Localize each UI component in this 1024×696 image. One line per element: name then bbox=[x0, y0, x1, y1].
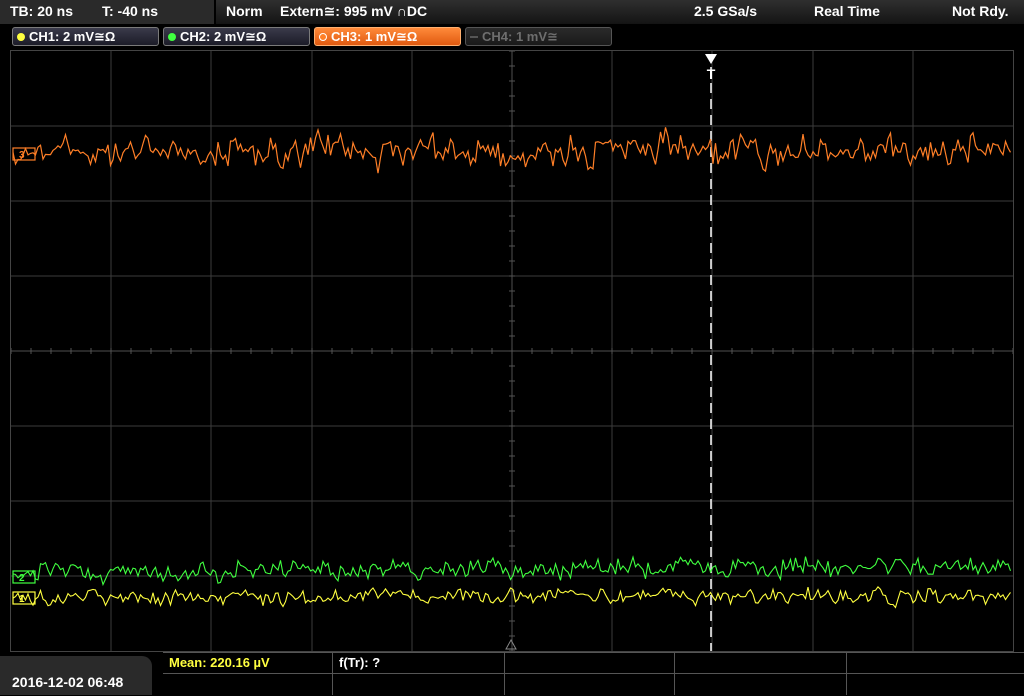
status-bar: TB: 20 ns T: -40 ns Norm Extern≅: 995 mV… bbox=[0, 0, 1024, 25]
channel-3-offset-marker[interactable]: 3 bbox=[12, 147, 36, 161]
channel-4-label: CH4: 1 mV≅ bbox=[482, 29, 558, 44]
channel-1-offset-label: 1 bbox=[19, 594, 25, 605]
measurement-slot-9[interactable] bbox=[675, 674, 847, 695]
measurement-slot-5[interactable] bbox=[847, 653, 1024, 674]
date-time-readout: 2016-12-02 06:48 bbox=[12, 674, 124, 690]
measurement-slot-8[interactable] bbox=[505, 674, 675, 695]
trigger-marker-label: T bbox=[707, 66, 716, 82]
measurement-slot-4[interactable] bbox=[675, 653, 847, 674]
measurement-slot-6[interactable] bbox=[163, 674, 333, 695]
timebase-panel[interactable]: TB: 20 ns T: -40 ns bbox=[0, 0, 216, 25]
channel-3-button[interactable]: CH3: 1 mV≅Ω bbox=[314, 27, 461, 46]
channel-2-button[interactable]: CH2: 2 mV≅Ω bbox=[163, 27, 310, 46]
channel-2-color-dot bbox=[168, 33, 176, 41]
channel-2-label: CH2: 2 mV≅Ω bbox=[180, 29, 267, 44]
channel-1-label: CH1: 2 mV≅Ω bbox=[29, 29, 116, 44]
channel-bar: CH1: 2 mV≅Ω CH2: 2 mV≅Ω CH3: 1 mV≅Ω CH4:… bbox=[0, 26, 1024, 48]
horizontal-position-icon[interactable] bbox=[505, 638, 517, 650]
channel-2-offset-label: 2 bbox=[19, 573, 25, 584]
channel-3-color-dot bbox=[319, 33, 327, 41]
measurement-panel[interactable]: Mean: 220.16 µV f(Tr): ? bbox=[163, 652, 1024, 696]
trigger-source-readout: Extern≅: 995 mV ∩DC bbox=[280, 3, 428, 19]
measurement-slot-10[interactable] bbox=[847, 674, 1024, 695]
channel-3-label: CH3: 1 mV≅Ω bbox=[331, 29, 418, 44]
trigger-time-readout: T: -40 ns bbox=[102, 3, 159, 19]
acquisition-state-readout: Not Rdy. bbox=[952, 3, 1009, 19]
channel-1-color-dot bbox=[17, 33, 25, 41]
acquisition-status-panel[interactable]: Norm Extern≅: 995 mV ∩DC 2.5 GSa/s Real … bbox=[216, 0, 1024, 24]
trigger-mode-readout: Norm bbox=[226, 3, 263, 19]
sample-rate-readout: 2.5 GSa/s bbox=[694, 3, 758, 19]
measurement-slot-7[interactable] bbox=[333, 674, 505, 695]
mean-measurement[interactable]: Mean: 220.16 µV bbox=[163, 653, 333, 674]
channel-1-button[interactable]: CH1: 2 mV≅Ω bbox=[12, 27, 159, 46]
waveform-canvas[interactable]: T 3 2 1 bbox=[11, 51, 1013, 651]
measurement-slot-3[interactable] bbox=[505, 653, 675, 674]
date-time-panel: 2016-12-02 06:48 bbox=[0, 656, 152, 695]
channel-3-offset-label: 3 bbox=[19, 150, 25, 161]
trigger-position-marker-icon[interactable] bbox=[705, 54, 717, 64]
rise-frequency-measurement[interactable]: f(Tr): ? bbox=[333, 653, 505, 674]
bottom-bar: 2016-12-02 06:48 Mean: 220.16 µV f(Tr): … bbox=[0, 652, 1024, 695]
timebase-readout: TB: 20 ns bbox=[10, 3, 74, 19]
channel-4-color-dot bbox=[470, 36, 478, 38]
channel-4-button[interactable]: CH4: 1 mV≅ bbox=[465, 27, 612, 46]
acquisition-mode-readout: Real Time bbox=[814, 3, 880, 19]
waveform-display[interactable]: T 3 2 1 bbox=[10, 50, 1014, 652]
